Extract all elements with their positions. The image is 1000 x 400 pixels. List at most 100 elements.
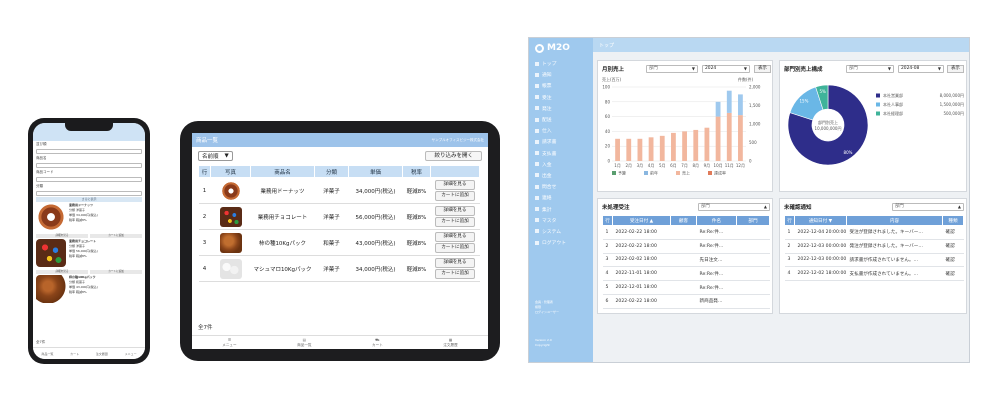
sidebar-item[interactable]: 支払書 [529,148,593,159]
phone-sort-select[interactable] [36,149,142,154]
table-row[interactable]: 4 マシュマロ10Kgパック 洋菓子 34,000円(税込) 軽減8% 詳細を見… [198,255,480,282]
phone-more-band[interactable]: さらに表示 [36,197,142,202]
phone-tab[interactable]: カート [70,352,79,356]
col-header[interactable]: 種類 [942,215,964,226]
sidebar-item[interactable]: 入金 [529,159,593,170]
phone-cart-button[interactable]: カートに追加 [90,234,142,238]
orders-dept-select[interactable]: 部門 ▲ [698,203,770,211]
phone-detail-button[interactable]: 詳細を見る [36,270,88,274]
sidebar-item[interactable]: 受注 [529,92,593,103]
monthly-show-button[interactable]: 表示 [754,65,771,73]
sidebar-item[interactable]: 請求書 [529,136,593,147]
phone-name-input[interactable] [36,163,142,168]
tab-menu[interactable]: ☰ メニュー [222,338,236,348]
col-header[interactable]: 件名 [696,215,737,226]
orders-table: 行 受注日付 ▲ 顧客 件名 部門 1 2022-02-22 18:00 Re:Re… [602,215,770,309]
col-header[interactable]: 単価 [348,165,403,178]
phone-cart-button[interactable]: カートに追加 [90,270,142,274]
table-row[interactable]: 3 2022-02-02 18:00 先日注文… [602,253,770,268]
table-row[interactable]: 4 2022-11-01 18:00 Re:Re:件… [602,266,770,282]
phone-detail-button[interactable]: 詳細を見る [36,234,88,238]
detail-button[interactable]: 詳細を見る [435,180,475,190]
pie-period-select[interactable]: 2024-08 ▼ [898,65,944,73]
col-header[interactable]: 行 [602,215,613,226]
col-header[interactable]: 分類 [314,165,349,178]
add-to-cart-button[interactable]: カートに追加 [435,269,475,279]
bar [615,138,620,161]
sidebar-item[interactable]: 仕入 [529,125,593,136]
table-row[interactable]: 3 柿の種10Kgパック 和菓子 43,000円(税込) 軽減8% 詳細を見るカ… [198,229,480,256]
phone-tab[interactable]: 注文履歴 [96,352,108,356]
detail-button[interactable]: 詳細を見る [435,232,475,242]
table-row[interactable]: 2 2022-12-03 00:00:00 発注が登録されました。キーバー… 確認 [784,239,964,254]
table-row[interactable]: 6 2022-02-22 18:00 新商品発… [602,294,770,309]
table-row[interactable]: 2 業務用チョコレート 洋菓子 56,000円(税込) 軽減8% 詳細を見る カー… [198,203,480,230]
phone-product-item[interactable]: 柿の種10Kgパック 分類 和菓子 単価 43,000円(税込) 税率 軽減8% [36,275,142,305]
sidebar-item[interactable]: ログアウト [529,237,593,248]
phone-tab[interactable]: メニュー [125,352,137,356]
table-row[interactable]: 4 2022-12-02 18:00:00 支払書が作成されていません。… 確認 [784,266,964,282]
sidebar-item[interactable]: 帳票 [529,80,593,91]
monthly-dept-select[interactable]: 部門 ▼ [646,65,698,73]
table-row[interactable]: 1 2022-02-22 18:00 Re:Re:件… [602,225,770,240]
add-to-cart-button[interactable]: カートに追加 [435,217,475,227]
product-tax: 軽減8% [402,177,431,204]
col-header[interactable]: 部門 [736,215,770,226]
sidebar-item[interactable]: 配送 [529,114,593,125]
table-row[interactable]: 1 業務用ドーナッツ 洋菓子 34,000円(税込) 軽減8% 詳細を見る カート… [198,177,480,204]
phone-product-item[interactable]: 業務用ドーナッツ 分類 洋菓子 単価 34,000円(税込) 税率 軽減8% [36,203,142,233]
chevron-up-icon: ▲ [957,204,961,209]
phone-code-input[interactable] [36,177,142,182]
col-header[interactable]: 内容 [846,215,943,226]
phone-product-item[interactable]: 業務用チョコレート 分類 洋菓子 単価 56,000円(税込) 税率 軽減8% [36,239,142,269]
sidebar-item[interactable]: システム [529,226,593,237]
open-filter-button[interactable]: 絞り込みを開く [425,151,482,161]
detail-button[interactable]: 詳細を見る [435,206,475,216]
table-row[interactable]: 1 2022-12-04 20:00:00 受注が登録されました。キーバー… 確認 [784,225,964,240]
tab-history[interactable]: ▦ 注文履歴 [443,338,457,348]
col-header[interactable]: 行 [784,215,795,226]
sidebar-item[interactable]: 連絡 [529,192,593,203]
y-tick-label: 80 [605,99,611,104]
sidebar-item[interactable]: 集計 [529,203,593,214]
col-header[interactable]: 写真 [210,165,251,178]
detail-button[interactable]: 詳細を見る [435,258,475,268]
col-header[interactable]: 税率 [402,165,431,178]
notices-dept-select[interactable]: 部門 ▲ [892,203,964,211]
col-header[interactable]: 行 [198,165,211,178]
pie-show-button[interactable]: 表示 [947,65,964,73]
tab-cart[interactable]: ⛟ カート [372,338,383,348]
sidebar-item-label: マスタ [542,218,557,224]
sidebar-item[interactable]: 通知 [529,69,593,80]
sort-select[interactable]: 名前順 ▼ [198,151,233,161]
bar [726,90,732,113]
monthly-year-select[interactable]: 2024 ▼ [702,65,750,73]
product-name: 業務用ドーナッツ [250,177,315,204]
tab-products[interactable]: ▤ 商品一覧 [297,338,311,348]
sidebar-item[interactable]: 問合せ [529,181,593,192]
add-to-cart-button[interactable]: カートに追加 [435,191,475,201]
sidebar-item[interactable]: マスタ [529,215,593,226]
table-row[interactable]: 3 2022-12-03 00:00:00 請求書が作成されていません。… 確認 [784,253,964,268]
x-tick-label: 1月 [614,163,621,168]
add-to-cart-button[interactable]: カートに追加 [435,243,475,253]
table-row[interactable]: 5 2022-12-01 18:00 Re:Re:件… [602,280,770,295]
col-header[interactable]: 商品名 [250,165,315,178]
phone-category-select[interactable] [36,191,142,196]
pie-dept-select[interactable]: 部門 ▼ [846,65,894,73]
sidebar-item[interactable]: トップ [529,58,593,69]
product-category: 洋菓子 [314,203,349,230]
bar [671,132,676,161]
chocolate-photo [36,239,66,267]
col-header[interactable]: 顧客 [670,215,697,226]
sidebar-item[interactable]: 発注 [529,103,593,114]
table-row[interactable]: 2 2022-02-22 18:00 Re:Re:件… [602,239,770,254]
table-cell [736,280,770,295]
col-header[interactable]: 受注日付 ▲ [612,215,671,226]
legend-swatch [708,171,712,175]
sidebar-item[interactable]: 出金 [529,170,593,181]
phone-label-code: 商品コード [36,170,54,174]
col-header[interactable]: 通知日付 ▼ [794,215,847,226]
phone-tab[interactable]: 商品一覧 [41,352,53,356]
x-tick-label: 9月 [704,163,711,168]
